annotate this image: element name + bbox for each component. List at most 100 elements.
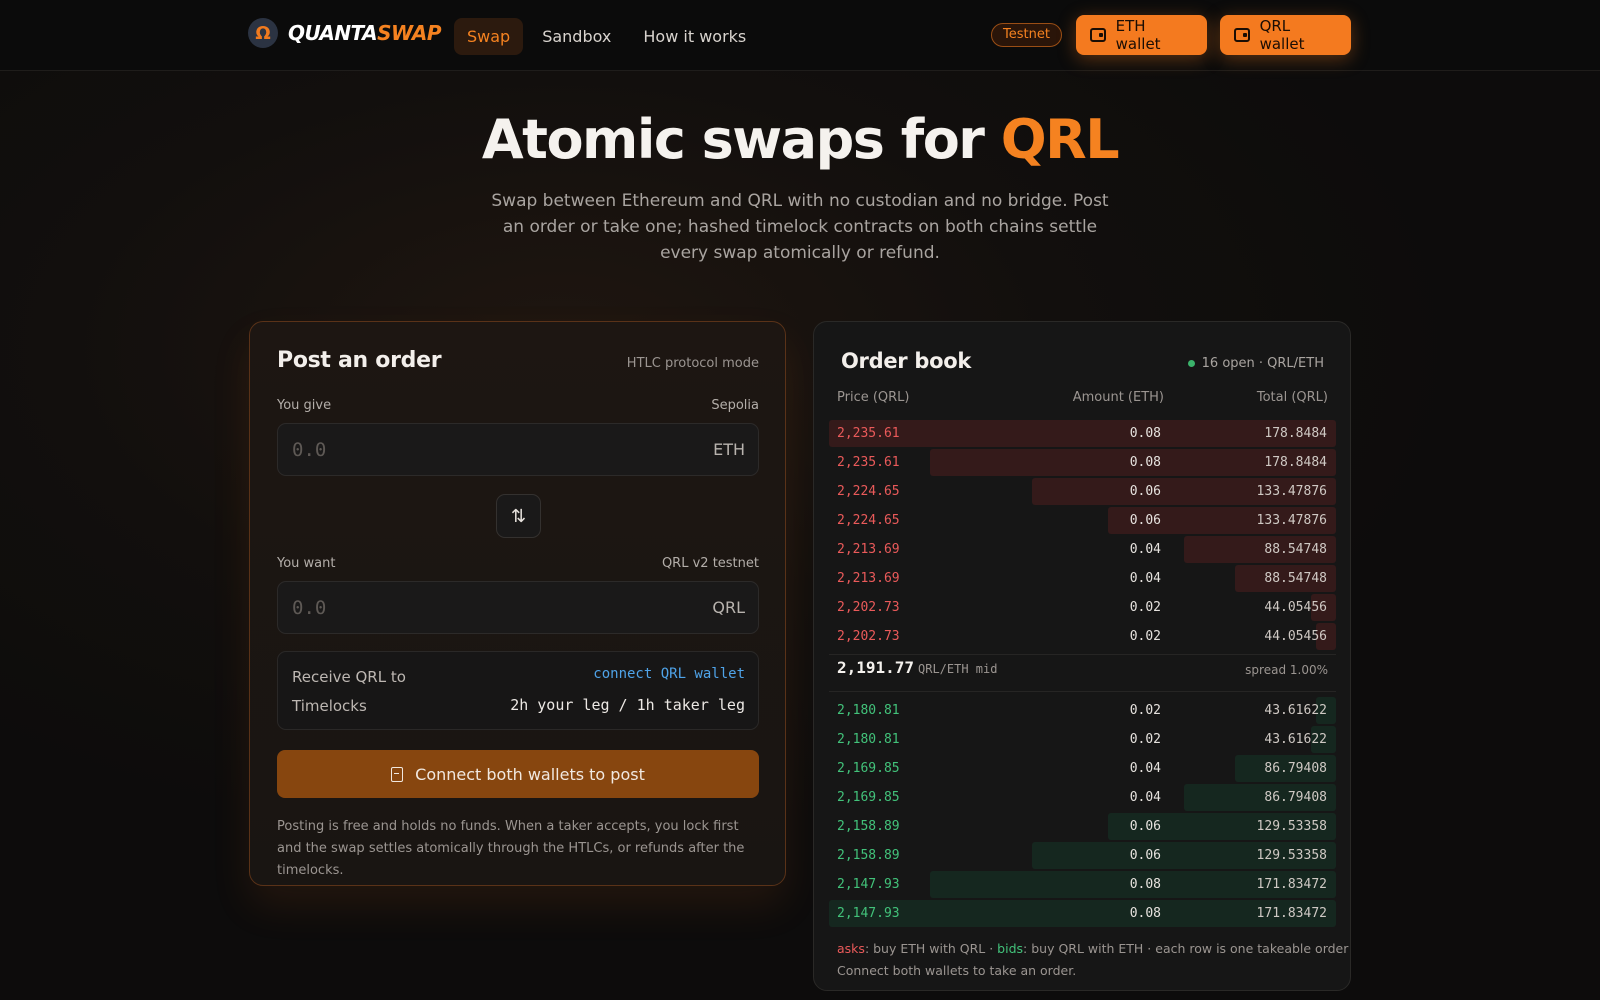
nav-how-it-works[interactable]: How it works xyxy=(630,18,759,55)
want-amount-input[interactable]: 0.0 QRL xyxy=(277,581,759,634)
bid-total: 86.79408 xyxy=(1264,790,1327,805)
eth-wallet-button[interactable]: ETH wallet xyxy=(1076,15,1207,55)
bid-order-row[interactable]: 2,147.93 0.08 171.83472 xyxy=(829,900,1336,929)
legend-bids-word: bids xyxy=(997,941,1024,956)
document-icon xyxy=(391,766,404,782)
give-unit: ETH xyxy=(713,440,745,459)
bid-order-row[interactable]: 2,158.89 0.06 129.53358 xyxy=(829,813,1336,842)
want-chain: QRL v2 testnet xyxy=(661,556,759,571)
bid-order-row[interactable]: 2,180.81 0.02 43.61622 xyxy=(829,697,1336,726)
ask-order-row[interactable]: 2,224.65 0.06 133.47876 xyxy=(829,478,1336,507)
ask-price: 2,224.65 xyxy=(837,513,900,528)
ask-amount: 0.08 xyxy=(1129,426,1161,441)
ask-amount: 0.06 xyxy=(1129,484,1161,499)
col-header-total: Total (QRL) xyxy=(1256,390,1328,405)
ask-total: 178.8484 xyxy=(1264,426,1327,441)
bid-order-row[interactable]: 2,158.89 0.06 129.53358 xyxy=(829,842,1336,871)
ask-order-row[interactable]: 2,235.61 0.08 178.8484 xyxy=(829,449,1336,478)
bid-price: 2,169.85 xyxy=(837,761,900,776)
bid-amount: 0.02 xyxy=(1129,703,1161,718)
post-order-note: Posting is free and holds no funds. When… xyxy=(277,819,745,878)
eth-wallet-label: ETH wallet xyxy=(1115,17,1161,53)
give-chain: Sepolia xyxy=(711,398,759,413)
brand-part-b: SWAP xyxy=(377,21,442,45)
mid-divider-top xyxy=(829,654,1336,655)
ask-order-row[interactable]: 2,202.73 0.02 44.05456 xyxy=(829,623,1336,652)
bid-amount: 0.04 xyxy=(1129,761,1161,776)
bids-list: 2,180.81 0.02 43.61622 2,180.81 0.02 43.61622… xyxy=(829,697,1336,929)
ask-amount: 0.02 xyxy=(1129,629,1161,644)
ask-total: 88.54748 xyxy=(1264,571,1327,586)
ask-amount: 0.08 xyxy=(1129,455,1161,470)
top-bar: Ω QUANTASWAP Swap Sandbox How it works T… xyxy=(0,0,1600,71)
ask-order-row[interactable]: 2,224.65 0.06 133.47876 xyxy=(829,507,1336,536)
nav-sandbox[interactable]: Sandbox xyxy=(529,18,624,55)
bid-total: 43.61622 xyxy=(1264,703,1327,718)
omega-logo-icon: Ω xyxy=(248,18,278,48)
want-label: You want xyxy=(277,556,336,571)
order-book-legend: asks: buy ETH with QRL · bids: buy QRL w… xyxy=(837,938,1348,982)
post-order-button[interactable]: Connect both wallets to post xyxy=(277,750,759,798)
network-badge: Testnet xyxy=(991,23,1062,47)
receive-label: Receive QRL to xyxy=(292,668,406,686)
ask-order-row[interactable]: 2,235.61 0.08 178.8484 xyxy=(829,420,1336,449)
hero-subtitle: Swap between Ethereum and QRL with no cu… xyxy=(491,191,1109,263)
ask-price: 2,235.61 xyxy=(837,455,900,470)
bid-amount: 0.08 xyxy=(1129,906,1161,921)
protocol-mode: HTLC protocol mode xyxy=(626,356,759,371)
ask-price: 2,202.73 xyxy=(837,600,900,615)
ask-order-row[interactable]: 2,213.69 0.04 88.54748 xyxy=(829,536,1336,565)
bid-amount: 0.02 xyxy=(1129,732,1161,747)
bid-total: 43.61622 xyxy=(1264,732,1327,747)
bid-total: 86.79408 xyxy=(1264,761,1327,776)
ask-order-row[interactable]: 2,202.73 0.02 44.05456 xyxy=(829,594,1336,623)
wallet-icon xyxy=(1234,28,1250,42)
swap-arrows-icon: ⇅ xyxy=(510,505,527,527)
ask-amount: 0.04 xyxy=(1129,571,1161,586)
bid-order-row[interactable]: 2,180.81 0.02 43.61622 xyxy=(829,726,1336,755)
bid-total: 129.53358 xyxy=(1256,819,1327,834)
bid-price: 2,147.93 xyxy=(837,906,900,921)
wallet-icon xyxy=(1090,28,1106,42)
ask-total: 88.54748 xyxy=(1264,542,1327,557)
connect-qrl-wallet-link[interactable]: connect QRL wallet xyxy=(593,666,745,682)
brand-part-a: QUANTA xyxy=(288,21,378,45)
give-amount-value: 0.0 xyxy=(292,439,327,461)
nav-swap[interactable]: Swap xyxy=(454,18,524,55)
swap-direction-button[interactable]: ⇅ xyxy=(496,494,541,538)
legend-note: Connect both wallets to take an order. xyxy=(837,963,1077,978)
qrl-wallet-label: QRL wallet xyxy=(1259,17,1305,53)
ask-price: 2,235.61 xyxy=(837,426,900,441)
brand-logo[interactable]: Ω QUANTASWAP xyxy=(248,18,442,48)
order-book-status: 16 open · QRL/ETH xyxy=(1187,356,1324,371)
legend-bids-text: : buy QRL with ETH · each row is one tak… xyxy=(1023,941,1349,956)
bid-order-row[interactable]: 2,169.85 0.04 86.79408 xyxy=(829,755,1336,784)
ask-price: 2,213.69 xyxy=(837,571,900,586)
order-book-title: Order book xyxy=(841,349,972,373)
ask-total: 133.47876 xyxy=(1256,484,1327,499)
hero-title-accent: QRL xyxy=(1000,108,1120,171)
want-unit: QRL xyxy=(712,598,745,617)
bid-order-row[interactable]: 2,147.93 0.08 171.83472 xyxy=(829,871,1336,900)
mid-price: 2,191.77 xyxy=(837,658,915,677)
bid-amount: 0.04 xyxy=(1129,790,1161,805)
ask-order-row[interactable]: 2,213.69 0.04 88.54748 xyxy=(829,565,1336,594)
ask-total: 44.05456 xyxy=(1264,629,1327,644)
legend-line: asks: buy ETH with QRL · bids: buy QRL w… xyxy=(837,938,1348,960)
hero-title: Atomic swaps for QRL xyxy=(0,108,1600,171)
bid-order-row[interactable]: 2,169.85 0.04 86.79408 xyxy=(829,784,1336,813)
asks-list: 2,235.61 0.08 178.8484 2,235.61 0.08 178.8484… xyxy=(829,420,1336,652)
bid-price: 2,158.89 xyxy=(837,848,900,863)
ask-amount: 0.04 xyxy=(1129,542,1161,557)
qrl-wallet-button[interactable]: QRL wallet xyxy=(1220,15,1351,55)
give-amount-input[interactable]: 0.0 ETH xyxy=(277,423,759,476)
bid-total: 171.83472 xyxy=(1256,877,1327,892)
bid-price: 2,158.89 xyxy=(837,819,900,834)
bid-price: 2,180.81 xyxy=(837,703,900,718)
bid-price: 2,169.85 xyxy=(837,790,900,805)
col-header-price: Price (QRL) xyxy=(837,390,910,405)
legend-asks-text: : buy ETH with QRL · xyxy=(864,941,998,956)
bid-total: 171.83472 xyxy=(1256,906,1327,921)
mid-price-label: QRL/ETH mid xyxy=(918,662,998,676)
bid-price: 2,147.93 xyxy=(837,877,900,892)
